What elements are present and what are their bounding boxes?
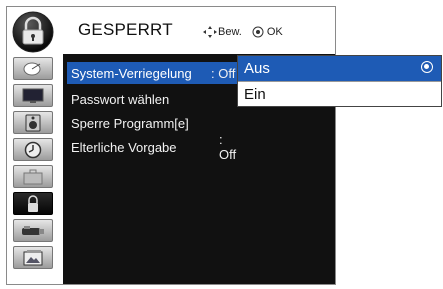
menu-item-label: Elterliche Vorgabe [71,139,177,155]
menu-item-set-password[interactable]: Passwort wählen [71,88,169,110]
menu-item-parental-guidance[interactable]: Elterliche Vorgabe : Off [71,132,236,162]
arrow-keys-icon [203,26,217,38]
sidebar-item-time[interactable] [13,138,53,161]
hint-ok-label: OK [266,26,283,38]
page-title: GESPERRT [78,20,173,39]
sidebar-item-audio[interactable] [13,111,53,134]
briefcase-icon [23,169,43,184]
popup-option-label: Ein [244,85,266,103]
menu-item-value: : Off [211,65,236,81]
popup-option-aus[interactable]: Aus [238,56,441,81]
popup-option-ein[interactable]: Ein [238,81,441,106]
speaker-icon [25,114,41,131]
hint-move-label: Bew. [218,26,242,38]
option-popup: Aus Ein [237,55,442,107]
photo-icon [23,249,43,265]
sidebar-item-satellite[interactable] [13,57,53,80]
header-bar: GESPERRT Bew. OK [7,7,335,54]
satellite-dish-icon [23,62,41,75]
sidebar-item-photo[interactable] [13,246,53,269]
sidebar-item-usb[interactable] [13,219,53,242]
menu-item-label: System-Verriegelung [71,65,192,81]
sidebar-item-picture[interactable] [13,84,53,107]
settings-window: GESPERRT Bew. OK System-Verriegelung: O… [6,6,336,285]
menu-item-value: : Off [219,132,237,162]
menu-item-label: Passwort wählen [71,91,170,107]
padlock-icon [12,11,54,53]
menu-item-block-program[interactable]: Sperre Programm[e] [71,112,189,134]
menu-item-label: Sperre Programm[e] [71,115,189,131]
clock-icon [24,141,42,158]
sidebar-item-options[interactable] [13,165,53,188]
sidebar-item-lock[interactable] [13,192,53,215]
popup-option-label: Aus [244,60,270,77]
navigation-hint: Bew. OK [202,25,283,39]
usb-stick-icon [22,225,44,235]
tv-screen-icon [22,88,44,103]
lock-icon [28,194,38,212]
radio-selected-icon [421,61,433,73]
ok-button-icon [252,26,264,38]
category-sidebar [7,54,63,284]
